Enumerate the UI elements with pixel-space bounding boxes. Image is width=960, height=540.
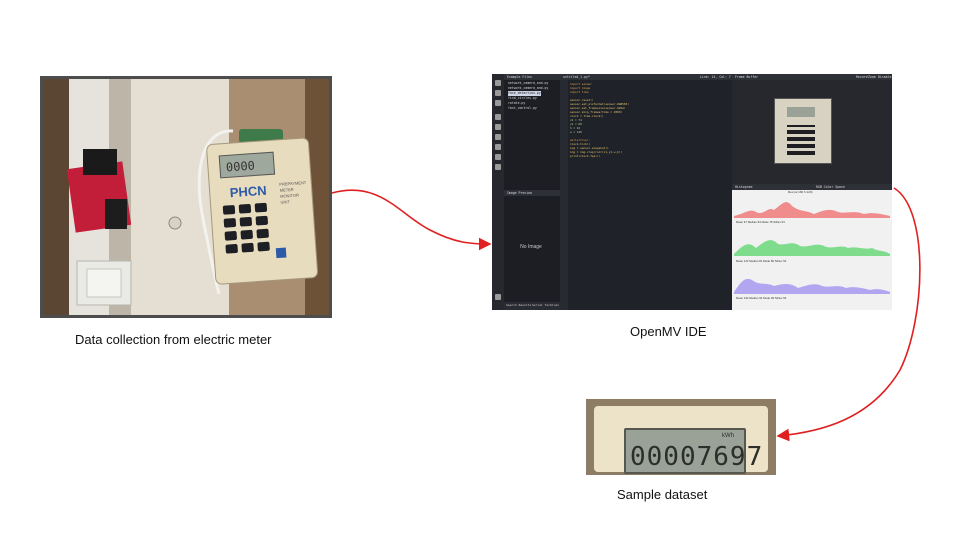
arrow-layer [331,187,921,442]
arrow-meter-to-ide [331,189,492,251]
arrow-ide-to-sample [776,187,921,442]
